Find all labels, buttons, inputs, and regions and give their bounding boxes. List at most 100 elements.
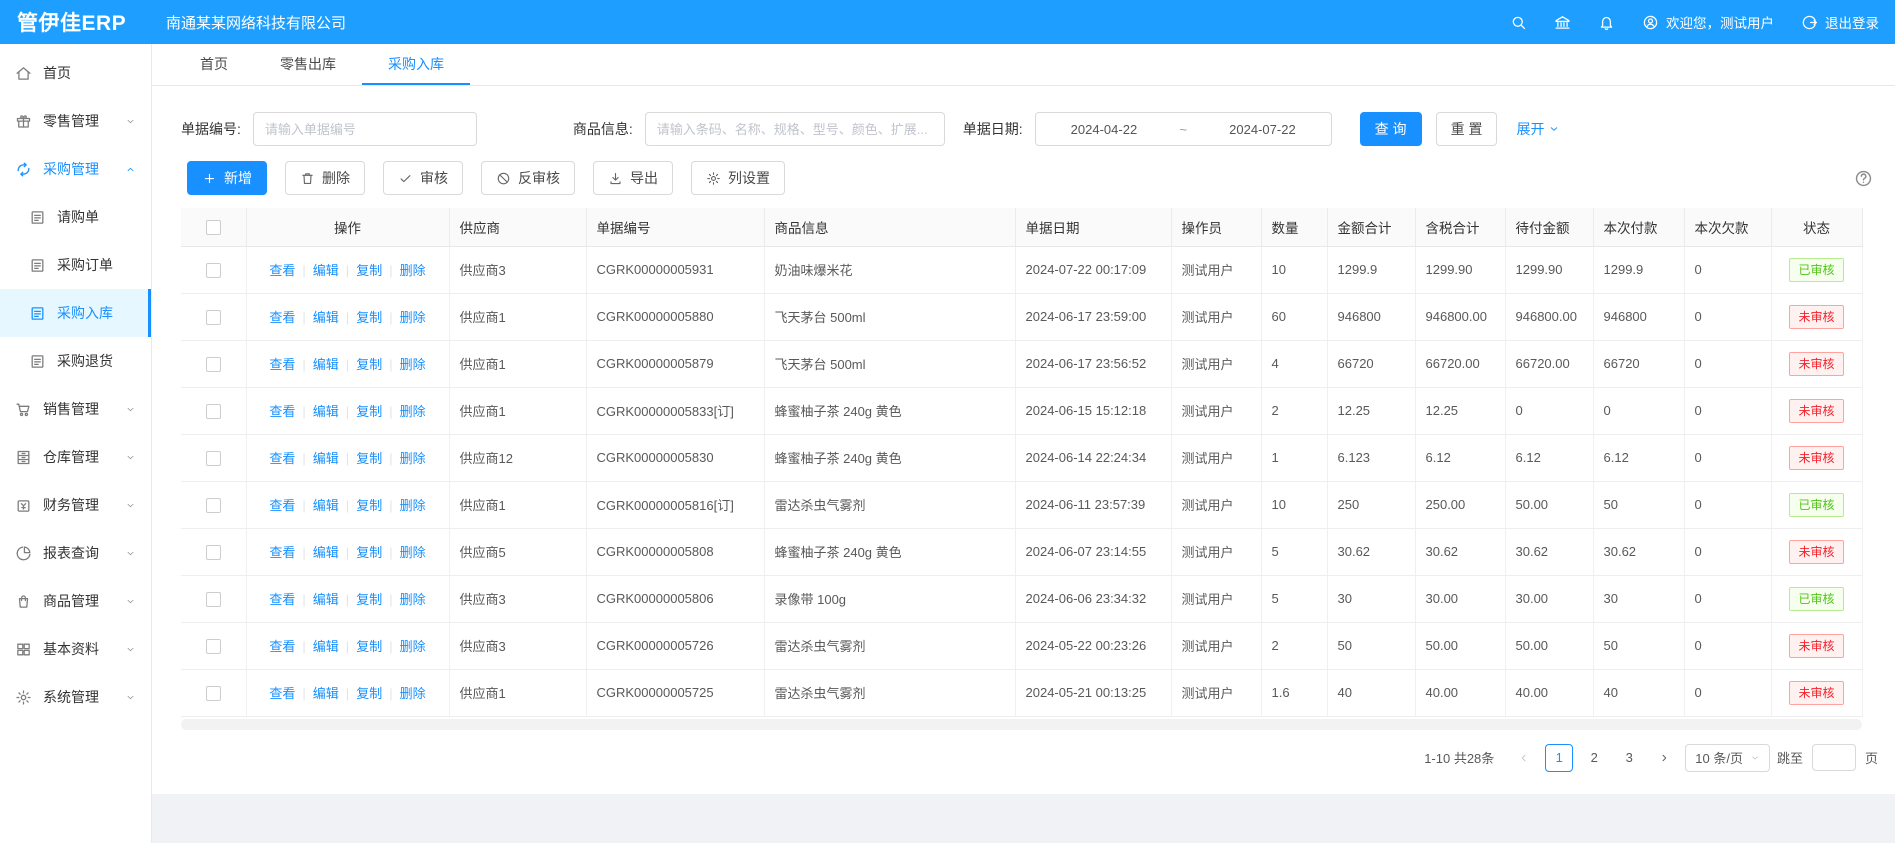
sidebar-item-home[interactable]: 首页 [0,49,151,97]
row-action-delete[interactable]: 删除 [400,545,426,560]
row-action-view[interactable]: 查看 [269,545,295,560]
row-checkbox[interactable] [206,592,221,607]
sidebar-item-report-query[interactable]: 报表查询 [0,529,151,577]
prev-page-button[interactable] [1510,744,1538,772]
row-action-edit[interactable]: 编辑 [313,451,339,466]
row-checkbox[interactable] [206,545,221,560]
sidebar-item-retail-mgmt[interactable]: 零售管理 [0,97,151,145]
row-action-copy[interactable]: 复制 [356,310,382,325]
row-action-delete[interactable]: 删除 [400,639,426,654]
horizontal-scrollbar[interactable] [181,719,1862,730]
row-action-edit[interactable]: 编辑 [313,686,339,701]
row-actions: 查看|编辑|复制|删除 [246,340,449,387]
logout-button[interactable]: 退出登录 [1801,12,1879,32]
sidebar-item-base-data[interactable]: 基本资料 [0,625,151,673]
row-action-delete[interactable]: 删除 [400,686,426,701]
row-action-copy[interactable]: 复制 [356,545,382,560]
unaudit-button[interactable]: 反审核 [481,161,575,195]
row-action-view[interactable]: 查看 [269,592,295,607]
row-action-view[interactable]: 查看 [269,451,295,466]
row-action-edit[interactable]: 编辑 [313,404,339,419]
row-action-view[interactable]: 查看 [269,310,295,325]
date-to-value[interactable]: 2024-07-22 [1194,122,1331,137]
row-action-delete[interactable]: 删除 [400,451,426,466]
cell-debt: 0 [1684,528,1771,575]
cell-tax-total: 50.00 [1415,622,1505,669]
row-action-delete[interactable]: 删除 [400,592,426,607]
row-action-copy[interactable]: 复制 [356,263,382,278]
bill-no-input[interactable] [253,112,477,146]
row-action-edit[interactable]: 编辑 [313,310,339,325]
jump-page-input[interactable] [1812,744,1856,771]
sidebar-item-goods-mgmt[interactable]: 商品管理 [0,577,151,625]
row-checkbox[interactable] [206,498,221,513]
page-button-3[interactable]: 3 [1615,744,1643,772]
tab-purchase-inbound[interactable]: 采购入库 [362,44,470,85]
sidebar-item-purchase-order[interactable]: 采购订单 [0,241,151,289]
page-button-2[interactable]: 2 [1580,744,1608,772]
row-action-view[interactable]: 查看 [269,357,295,372]
row-checkbox[interactable] [206,263,221,278]
row-action-view[interactable]: 查看 [269,686,295,701]
row-checkbox[interactable] [206,357,221,372]
row-action-delete[interactable]: 删除 [400,404,426,419]
row-action-edit[interactable]: 编辑 [313,592,339,607]
action-divider: | [389,451,392,466]
row-action-view[interactable]: 查看 [269,404,295,419]
export-button[interactable]: 导出 [593,161,673,195]
row-checkbox[interactable] [206,686,221,701]
row-action-copy[interactable]: 复制 [356,639,382,654]
audit-button[interactable]: 审核 [383,161,463,195]
expand-link[interactable]: 展开 [1516,119,1560,139]
row-checkbox[interactable] [206,451,221,466]
row-action-delete[interactable]: 删除 [400,357,426,372]
page-button-1[interactable]: 1 [1545,744,1573,772]
page-size-select[interactable]: 10 条/页 [1685,744,1770,772]
delete-button[interactable]: 删除 [285,161,365,195]
sidebar-item-purchase-request[interactable]: 请购单 [0,193,151,241]
row-action-view[interactable]: 查看 [269,639,295,654]
row-action-edit[interactable]: 编辑 [313,263,339,278]
tab-home[interactable]: 首页 [174,44,254,85]
search-button[interactable]: 查 询 [1360,112,1422,146]
help-icon[interactable] [1854,169,1873,188]
next-page-button[interactable] [1650,744,1678,772]
row-action-edit[interactable]: 编辑 [313,545,339,560]
row-action-copy[interactable]: 复制 [356,357,382,372]
sidebar-item-warehouse-mgmt[interactable]: 仓库管理 [0,433,151,481]
row-action-copy[interactable]: 复制 [356,498,382,513]
reset-button[interactable]: 重 置 [1436,112,1498,146]
sidebar-item-purchase-inbound[interactable]: 采购入库 [0,289,151,337]
sidebar-item-system-mgmt[interactable]: 系统管理 [0,673,151,721]
row-action-copy[interactable]: 复制 [356,592,382,607]
bank-icon[interactable] [1554,14,1571,31]
tab-retail-outbound[interactable]: 零售出库 [254,44,362,85]
user-welcome[interactable]: 欢迎您，测试用户 [1642,12,1774,32]
row-action-edit[interactable]: 编辑 [313,639,339,654]
sidebar-item-purchase-return[interactable]: 采购退货 [0,337,151,385]
search-icon[interactable] [1510,14,1527,31]
row-checkbox[interactable] [206,404,221,419]
row-action-delete[interactable]: 删除 [400,310,426,325]
row-checkbox[interactable] [206,639,221,654]
date-from-value[interactable]: 2024-04-22 [1036,122,1173,137]
select-all-checkbox[interactable] [206,220,221,235]
row-action-edit[interactable]: 编辑 [313,357,339,372]
bell-icon[interactable] [1598,14,1615,31]
row-action-view[interactable]: 查看 [269,263,295,278]
row-action-delete[interactable]: 删除 [400,498,426,513]
row-action-delete[interactable]: 删除 [400,263,426,278]
row-action-copy[interactable]: 复制 [356,404,382,419]
row-action-copy[interactable]: 复制 [356,451,382,466]
goods-input[interactable] [645,112,945,146]
column-settings-button[interactable]: 列设置 [691,161,785,195]
sidebar-item-purchase-mgmt[interactable]: 采购管理 [0,145,151,193]
row-checkbox[interactable] [206,310,221,325]
row-action-copy[interactable]: 复制 [356,686,382,701]
sidebar-item-finance-mgmt[interactable]: 财务管理 [0,481,151,529]
sidebar-item-sales-mgmt[interactable]: 销售管理 [0,385,151,433]
add-button[interactable]: 新增 [187,161,267,195]
row-action-edit[interactable]: 编辑 [313,498,339,513]
date-range-picker[interactable]: 2024-04-22 ~ 2024-07-22 [1035,112,1332,146]
row-action-view[interactable]: 查看 [269,498,295,513]
